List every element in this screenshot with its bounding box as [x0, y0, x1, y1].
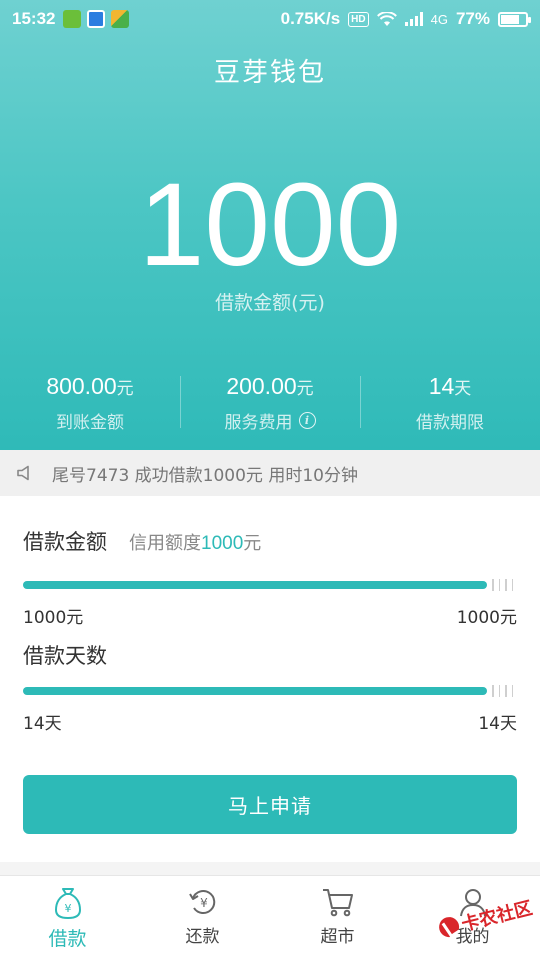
notice-bar: 尾号7473 成功借款1000元 用时10分钟 — [0, 450, 540, 496]
nav-label-repay: 还款 — [185, 927, 220, 947]
svg-text:¥: ¥ — [64, 902, 71, 915]
loan-amount-label: 借款金额(元) — [215, 292, 325, 314]
amount-slider[interactable] — [23, 579, 517, 591]
credit-value: 1000 — [201, 533, 244, 554]
status-bar: 15:32 0.75K/s HD 4G 77% — [0, 0, 540, 38]
amount-min: 1000元 — [23, 608, 84, 628]
credit-limit: 信用额度1000元 — [129, 529, 261, 555]
nav-item-market[interactable]: 超市 — [270, 876, 405, 960]
days-slider-fill — [23, 687, 488, 695]
signal-icon — [404, 12, 423, 26]
page-title: 豆芽钱包 — [213, 58, 326, 88]
speaker-icon — [17, 465, 29, 481]
cart-icon — [322, 889, 353, 917]
battery-percent: 77% — [455, 9, 490, 28]
days-max: 14天 — [478, 714, 517, 734]
nav-label-borrow: 借款 — [48, 928, 87, 950]
stat-term-unit: 天 — [454, 379, 472, 399]
stat-received-label: 到账金额 — [56, 413, 124, 433]
credit-unit: 元 — [243, 533, 262, 554]
amount-range: 1000元 1000元 — [23, 603, 517, 628]
days-title: 借款天数 — [23, 644, 107, 668]
days-slider-handle[interactable] — [492, 685, 513, 697]
app-notification-icon — [111, 10, 130, 28]
apply-button[interactable]: 马上申请 — [23, 775, 517, 834]
stat-fee-label: 服务费用 — [224, 413, 293, 433]
amount-row-header: 借款金额 信用额度1000元 — [23, 526, 261, 556]
status-time: 15:32 — [12, 9, 56, 28]
days-range: 14天 14天 — [23, 709, 517, 734]
notice-text: 尾号7473 成功借款1000元 用时10分钟 — [52, 465, 358, 486]
hd-icon: HD — [348, 11, 369, 27]
nav-label-market: 超市 — [320, 927, 355, 947]
battery-icon — [498, 11, 531, 27]
amount-slider-fill — [23, 581, 488, 589]
stat-fee-unit: 元 — [296, 379, 314, 399]
hero-banner: 15:32 0.75K/s HD 4G 77% 豆芽钱包 1000 借款金额(元… — [0, 0, 540, 450]
network-speed: 0.75K/s — [280, 9, 341, 28]
watermark-mark-icon — [436, 914, 462, 940]
scan-notification-icon — [87, 10, 106, 28]
amount-title: 借款金额 — [23, 530, 107, 554]
svg-text:¥: ¥ — [200, 896, 208, 910]
amount-slider-handle[interactable] — [492, 579, 513, 591]
money-bag-icon: ¥ — [54, 888, 81, 920]
info-icon[interactable]: i — [298, 412, 316, 429]
nav-item-repay[interactable]: ¥ 还款 — [135, 876, 270, 960]
amount-max: 1000元 — [456, 608, 517, 628]
credit-prefix: 信用额度 — [129, 533, 201, 554]
stat-received-unit: 元 — [116, 379, 134, 399]
nav-item-borrow[interactable]: ¥ 借款 — [0, 876, 135, 960]
network-type: 4G — [430, 11, 448, 27]
wechat-notification-icon — [63, 10, 82, 28]
stat-fee-value: 200.00 — [226, 373, 297, 399]
repay-icon: ¥ — [188, 890, 215, 915]
wifi-icon — [376, 11, 397, 26]
days-row-header: 借款天数 — [23, 640, 107, 670]
stat-term: 14天 借款期限 — [360, 370, 540, 434]
stat-received-value: 800.00 — [46, 373, 117, 399]
days-min: 14天 — [23, 714, 62, 734]
loan-summary: 800.00元 到账金额 200.00元 服务费用 i 14天 借款期限 — [0, 370, 540, 434]
stat-term-value: 14 — [428, 373, 455, 399]
stat-term-label: 借款期限 — [416, 413, 484, 433]
stat-received: 800.00元 到账金额 — [0, 370, 180, 434]
stat-service-fee: 200.00元 服务费用 i — [180, 370, 360, 434]
loan-amount-display: 1000 — [138, 159, 402, 291]
loan-form: 借款金额 信用额度1000元 1000元 1000元 借款天数 14天 14天 … — [0, 496, 540, 862]
days-slider[interactable] — [23, 685, 517, 697]
